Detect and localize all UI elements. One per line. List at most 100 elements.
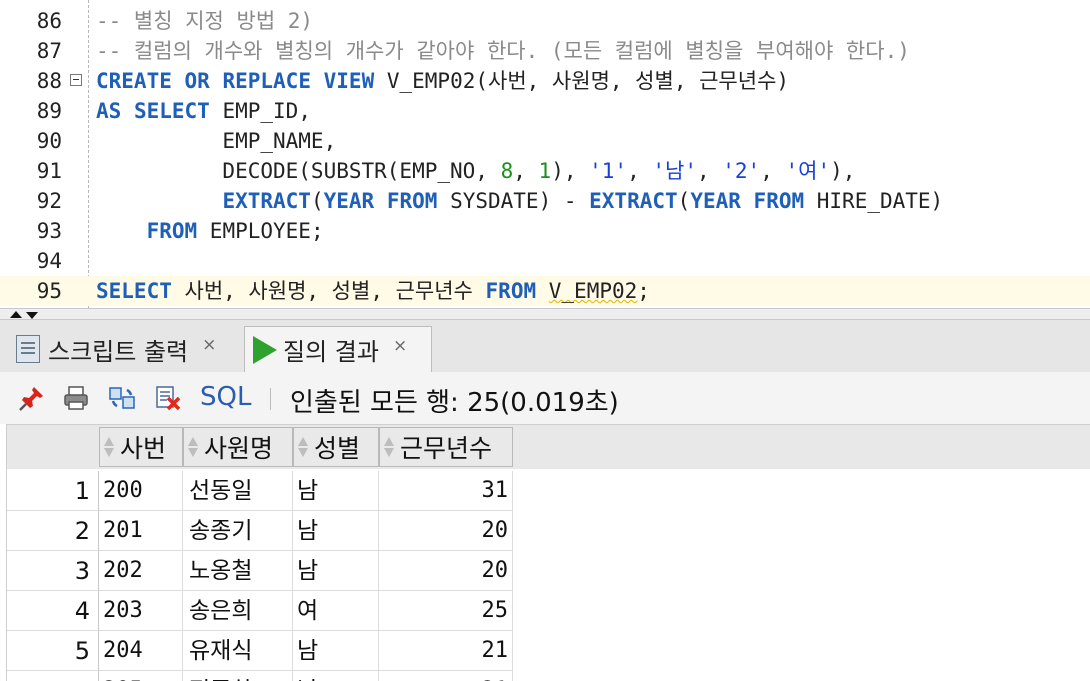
panel-splitter[interactable] bbox=[0, 308, 1090, 320]
table-row[interactable]: 5 204 유재식 남 21 bbox=[7, 631, 513, 671]
column-header-emp-name[interactable]: 사원명 bbox=[183, 427, 293, 467]
code-line[interactable]: 88 CREATE OR REPLACE VIEW V_EMP02(사번, 사원명… bbox=[0, 66, 1090, 96]
table-row[interactable]: 3 202 노옹철 남 20 bbox=[7, 551, 513, 591]
code-token: '2' bbox=[722, 159, 761, 183]
code-line[interactable]: 86 -- 별칭 지정 방법 2) bbox=[0, 6, 1090, 36]
row-number[interactable]: 5 bbox=[7, 631, 99, 671]
pin-icon[interactable] bbox=[18, 384, 46, 412]
column-header-years[interactable]: 근무년수 bbox=[379, 427, 513, 467]
table-cell[interactable]: 202 bbox=[99, 551, 183, 591]
table-cell[interactable]: 남 bbox=[293, 551, 379, 591]
code-line[interactable]: 87 -- 컬럼의 개수와 별칭의 개수가 같아야 한다. (모든 컬럼에 별칭을… bbox=[0, 36, 1090, 66]
column-header-gender[interactable]: 성별 bbox=[293, 427, 379, 467]
code-token: EXTRACT bbox=[222, 189, 311, 213]
code-text: DECODE(SUBSTR(EMP_NO, 8, 1), '1', '남', '… bbox=[96, 156, 855, 186]
row-number[interactable]: 1 bbox=[7, 471, 99, 511]
table-cell[interactable]: 20 bbox=[379, 511, 513, 551]
code-token: EMP_ID, bbox=[209, 99, 311, 123]
column-header-emp-no[interactable]: 사번 bbox=[99, 427, 183, 467]
column-header-label: 사번 bbox=[120, 434, 167, 463]
line-number: 91 bbox=[36, 159, 62, 183]
table-cell[interactable]: 31 bbox=[379, 471, 513, 511]
table-cell[interactable]: 송종기 bbox=[183, 511, 293, 551]
sort-icon[interactable] bbox=[298, 436, 308, 458]
code-token: 8 bbox=[500, 159, 514, 183]
code-token: 사번, 사원명, 성별, 근무년수 bbox=[171, 279, 486, 303]
code-token: CREATE bbox=[96, 69, 172, 93]
code-token: V_EMP02 bbox=[548, 279, 638, 303]
row-number[interactable]: 3 bbox=[7, 551, 99, 591]
table-row[interactable]: 4 203 송은희 여 25 bbox=[7, 591, 513, 631]
code-token: SYSDATE) - bbox=[437, 189, 590, 213]
code-line[interactable]: 92 EXTRACT(YEAR FROM SYSDATE) - EXTRACT(… bbox=[0, 186, 1090, 216]
table-cell[interactable]: 남 bbox=[293, 631, 379, 671]
row-number[interactable]: 2 bbox=[7, 511, 99, 551]
grid-header-row: 사번 사원명 성별 근무년수 bbox=[7, 425, 1090, 469]
code-token: ), bbox=[830, 159, 856, 183]
column-header-label: 사원명 bbox=[204, 434, 274, 463]
result-grid[interactable]: 사번 사원명 성별 근무년수 1 200 선동일 남 31 2 201 송종기 남 20 3 202 노… bbox=[6, 424, 1090, 681]
code-text: FROM EMPLOYEE; bbox=[96, 216, 324, 246]
table-cell[interactable]: 25 bbox=[379, 591, 513, 631]
clear-results-icon[interactable] bbox=[154, 384, 182, 412]
expand-down-icon[interactable] bbox=[26, 312, 38, 319]
line-number: 94 bbox=[36, 249, 62, 273]
table-cell[interactable]: 20 bbox=[379, 551, 513, 591]
tab-query-result[interactable]: 질의 결과 × bbox=[244, 326, 432, 372]
table-cell[interactable]: 201 bbox=[99, 511, 183, 551]
code-line[interactable]: 90 EMP_NAME, bbox=[0, 126, 1090, 156]
sort-icon[interactable] bbox=[104, 436, 114, 458]
table-cell[interactable]: 21 bbox=[379, 631, 513, 671]
row-number[interactable]: 4 bbox=[7, 591, 99, 631]
code-line[interactable]: 93 FROM EMPLOYEE; bbox=[0, 216, 1090, 246]
table-cell[interactable]: 남 bbox=[293, 471, 379, 511]
column-header-label: 성별 bbox=[314, 434, 361, 463]
code-token: , bbox=[760, 159, 786, 183]
close-icon[interactable]: × bbox=[393, 336, 407, 356]
line-number: 92 bbox=[36, 189, 62, 213]
collapse-fold-icon[interactable] bbox=[70, 74, 82, 86]
code-line[interactable]: 89 AS SELECT EMP_ID, bbox=[0, 96, 1090, 126]
table-cell[interactable]: 선동일 bbox=[183, 471, 293, 511]
table-cell[interactable]: 204 bbox=[99, 631, 183, 671]
expand-up-icon[interactable] bbox=[10, 311, 22, 318]
table-cell[interactable]: 203 bbox=[99, 591, 183, 631]
code-line[interactable]: 94 bbox=[0, 246, 1090, 276]
code-text: -- 별칭 지정 방법 2) bbox=[96, 6, 313, 36]
line-number: 93 bbox=[36, 219, 62, 243]
table-cell[interactable]: 남 bbox=[293, 511, 379, 551]
table-row[interactable]: 1 200 선동일 남 31 bbox=[7, 471, 513, 511]
table-cell[interactable]: 200 bbox=[99, 471, 183, 511]
table-cell[interactable]: 노옹철 bbox=[183, 551, 293, 591]
print-icon[interactable] bbox=[62, 384, 90, 412]
code-line[interactable]: 95 SELECT 사번, 사원명, 성별, 근무년수 FROM V_EMP02; bbox=[0, 276, 1090, 306]
tab-script-output[interactable]: 스크립트 출력 × bbox=[8, 326, 240, 372]
sort-icon[interactable] bbox=[384, 436, 394, 458]
sql-editor[interactable]: 86 -- 별칭 지정 방법 2) 87 -- 컬럼의 개수와 별칭의 개수가 같아야… bbox=[0, 0, 1090, 308]
row-number-header bbox=[7, 427, 99, 467]
code-token: HIRE_DATE) bbox=[804, 189, 944, 213]
code-token: ( bbox=[677, 189, 691, 213]
table-cell[interactable]: 여 bbox=[293, 591, 379, 631]
code-text: EMP_NAME, bbox=[96, 126, 336, 156]
code-text: -- 컬럼의 개수와 별칭의 개수가 같아야 한다. (모든 컬럼에 별칭을 부… bbox=[96, 36, 910, 66]
code-text: SELECT 사번, 사원명, 성별, 근무년수 FROM V_EMP02; bbox=[96, 276, 650, 306]
close-icon[interactable]: × bbox=[202, 335, 216, 355]
code-text: CREATE OR REPLACE VIEW V_EMP02(사번, 사원명, … bbox=[96, 66, 789, 96]
table-row[interactable]: 2 201 송종기 남 20 bbox=[7, 511, 513, 551]
code-token: , bbox=[513, 159, 539, 183]
table-cell[interactable]: 유재식 bbox=[183, 631, 293, 671]
line-number: 86 bbox=[36, 9, 62, 33]
sort-icon[interactable] bbox=[188, 436, 198, 458]
sql-link[interactable]: SQL bbox=[200, 382, 251, 412]
result-toolbar: SQL 인출된 모든 행: 25(0.019초) bbox=[0, 372, 1090, 424]
refresh-icon[interactable] bbox=[108, 384, 136, 412]
code-token: , bbox=[627, 159, 653, 183]
table-cell[interactable]: 송은희 bbox=[183, 591, 293, 631]
code-line[interactable]: 91 DECODE(SUBSTR(EMP_NO, 8, 1), '1', '남'… bbox=[0, 156, 1090, 186]
